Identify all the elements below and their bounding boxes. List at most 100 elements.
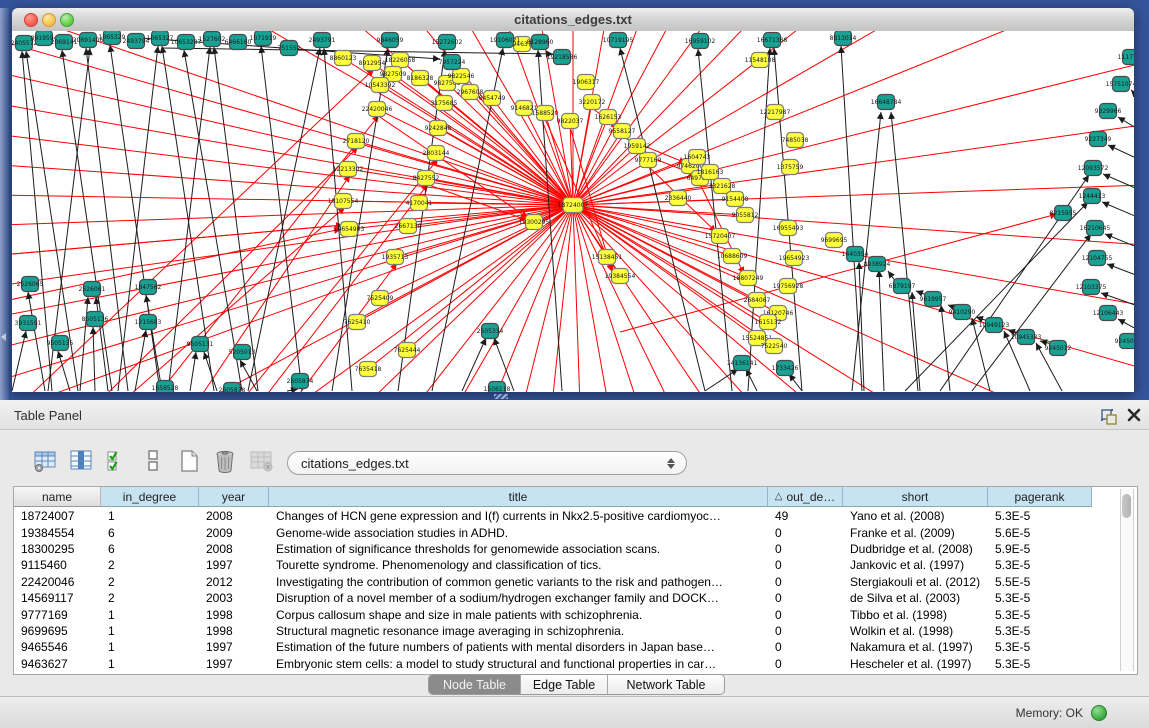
graph-node[interactable]: 9699695 — [821, 233, 848, 248]
graph-node[interactable]: 1215683 — [135, 315, 162, 330]
graph-node[interactable]: 7525409 — [367, 291, 394, 306]
graph-node[interactable]: 2505334 — [477, 324, 504, 339]
graph-node[interactable]: 1375759 — [777, 160, 804, 175]
graph-node[interactable]: 15272602 — [432, 35, 463, 50]
graph-node[interactable]: 10653287 — [171, 35, 202, 50]
graph-node[interactable]: 3220172 — [579, 95, 606, 110]
graph-node[interactable]: 19384554 — [605, 269, 636, 284]
graph-node[interactable]: 8912954 — [359, 56, 386, 71]
graph-node[interactable]: 2493791 — [309, 33, 336, 48]
graph-node[interactable]: 1733426 — [772, 361, 799, 376]
graph-node[interactable]: 12103375 — [1076, 280, 1107, 295]
column-header-year[interactable]: year — [199, 487, 269, 507]
graph-node[interactable]: 19756928 — [773, 279, 804, 294]
table-scrollbar[interactable] — [1120, 489, 1134, 671]
graph-node[interactable]: 2803144 — [423, 146, 450, 161]
table-scrollbar-thumb[interactable] — [1122, 494, 1131, 518]
graph-node[interactable]: 15751074 — [1106, 77, 1134, 92]
graph-node[interactable]: 1440354 — [842, 247, 869, 262]
table-settings-icon[interactable] — [30, 445, 60, 477]
graph-node[interactable]: 2526065 — [17, 277, 44, 292]
column-header-in_degree[interactable]: in_degree — [101, 487, 199, 507]
graph-node[interactable]: 1065327 — [147, 31, 174, 46]
graph-node[interactable]: 15720407 — [705, 229, 736, 244]
graph-node[interactable]: 16955493 — [773, 221, 804, 236]
graph-node[interactable]: 14136141 — [727, 356, 758, 371]
tab-edge-table[interactable]: Edge Table — [521, 675, 608, 694]
graph-node[interactable]: 2526061 — [79, 282, 106, 297]
graph-node[interactable]: 10688609 — [717, 249, 748, 264]
column-header-name[interactable]: name — [14, 487, 101, 507]
select-rows-icon[interactable] — [102, 445, 132, 477]
graph-node[interactable]: 9055812 — [732, 208, 759, 223]
graph-node[interactable]: 9822037 — [557, 114, 584, 129]
graph-node[interactable]: 2605878 — [219, 383, 246, 393]
collapse-panel-arrow-icon[interactable] — [1, 333, 6, 341]
graph-node[interactable]: 1959142 — [624, 139, 651, 154]
graph-node[interactable]: 1527602 — [199, 32, 226, 47]
table-row[interactable]: 1456911722003Disruption of a novel membe… — [14, 590, 1135, 606]
split-pane-handle[interactable] — [494, 394, 508, 399]
graph-node[interactable]: 2605874 — [287, 374, 314, 389]
graph-node[interactable]: 12104755 — [1082, 251, 1113, 266]
graph-node[interactable]: 9558127 — [609, 124, 636, 139]
graph-node[interactable]: 9245022 — [1115, 334, 1134, 349]
graph-node[interactable]: 11548108 — [745, 53, 776, 68]
graph-node[interactable]: 19654923 — [779, 251, 810, 266]
graph-node[interactable]: 1658528 — [152, 381, 179, 393]
show-column-icon[interactable] — [66, 445, 96, 477]
delete-table-disabled-icon[interactable] — [246, 445, 276, 477]
graph-node[interactable]: 2493794 — [123, 34, 150, 49]
graph-node[interactable]: 18107554 — [328, 194, 359, 209]
graph-node[interactable]: 12217987 — [760, 105, 791, 120]
table-row[interactable]: 946554611997Estimation of the future num… — [14, 639, 1135, 655]
column-header-short[interactable]: short — [843, 487, 988, 507]
graph-node[interactable]: 18807249 — [733, 271, 764, 286]
graph-node[interactable]: 5205013 — [229, 345, 256, 360]
float-panel-icon[interactable] — [1100, 408, 1117, 425]
graph-node[interactable]: 3931591 — [15, 316, 42, 331]
table-row[interactable]: 1872400712008Changes of HCN gene express… — [14, 508, 1135, 524]
graph-node[interactable]: 9227349 — [1085, 132, 1112, 147]
graph-node[interactable]: 12106443 — [1093, 306, 1124, 321]
column-header-out_de[interactable]: △out_de… — [768, 487, 843, 507]
graph-node[interactable]: 10719195 — [603, 33, 634, 48]
table-row[interactable]: 969969511998Structural magnetic resonanc… — [14, 623, 1135, 639]
table-row[interactable]: 2242004622012Investigating the contribut… — [14, 574, 1135, 590]
table-row[interactable]: 977716911998Corpus callosum shape and si… — [14, 606, 1135, 622]
network-view[interactable]: 8860123891295418226058982750910543392818… — [12, 31, 1134, 392]
graph-node[interactable]: 751552 — [278, 41, 301, 56]
graph-node[interactable]: 6466160 — [225, 35, 252, 50]
graph-node[interactable]: 2718120 — [343, 134, 370, 149]
graph-node[interactable]: 9846059 — [377, 33, 404, 48]
table-row[interactable]: 1938455462009Genome-wide association stu… — [14, 524, 1135, 540]
table-select-dropdown[interactable]: citations_edges.txt — [287, 451, 687, 475]
graph-node[interactable]: 1071919 — [250, 31, 277, 46]
graph-node[interactable]: 8938924 — [864, 257, 891, 272]
graph-node[interactable]: 1244413 — [1079, 189, 1106, 204]
graph-node[interactable]: 1117732 — [1118, 50, 1134, 65]
table-row[interactable]: 946362711997Embryonic stem cells: a mode… — [14, 656, 1135, 672]
graph-node[interactable]: 16671388 — [757, 33, 788, 48]
table-row[interactable]: 911546021997Tourette syndrome. Phenomeno… — [14, 557, 1135, 573]
graph-node[interactable]: 6879197 — [889, 279, 916, 294]
graph-node[interactable]: 3175685 — [431, 96, 458, 111]
graph-node[interactable]: 8186328 — [407, 71, 434, 86]
new-document-icon[interactable] — [174, 445, 204, 477]
graph-node[interactable]: 12093572 — [1078, 161, 1109, 176]
graph-node[interactable]: 16959102 — [685, 34, 716, 49]
checkbox-stack-icon[interactable] — [138, 445, 168, 477]
column-header-pagerank[interactable]: pagerank — [988, 487, 1092, 507]
graph-node[interactable]: 9777169 — [635, 153, 662, 168]
trash-icon[interactable] — [210, 445, 240, 477]
tab-node-table[interactable]: Node Table — [429, 675, 521, 694]
graph-node[interactable]: 16648784 — [871, 95, 902, 110]
graph-node[interactable]: 9329966 — [1095, 104, 1122, 119]
graph-node[interactable]: 18226058 — [385, 53, 416, 68]
close-panel-icon[interactable] — [1126, 407, 1142, 423]
graph-node[interactable]: 1506118 — [484, 382, 511, 393]
column-header-title[interactable]: title — [269, 487, 768, 507]
graph-node[interactable]: 9505131 — [187, 337, 214, 352]
graph-node[interactable]: 7635418 — [355, 362, 382, 377]
tab-network-table[interactable]: Network Table — [608, 675, 724, 694]
